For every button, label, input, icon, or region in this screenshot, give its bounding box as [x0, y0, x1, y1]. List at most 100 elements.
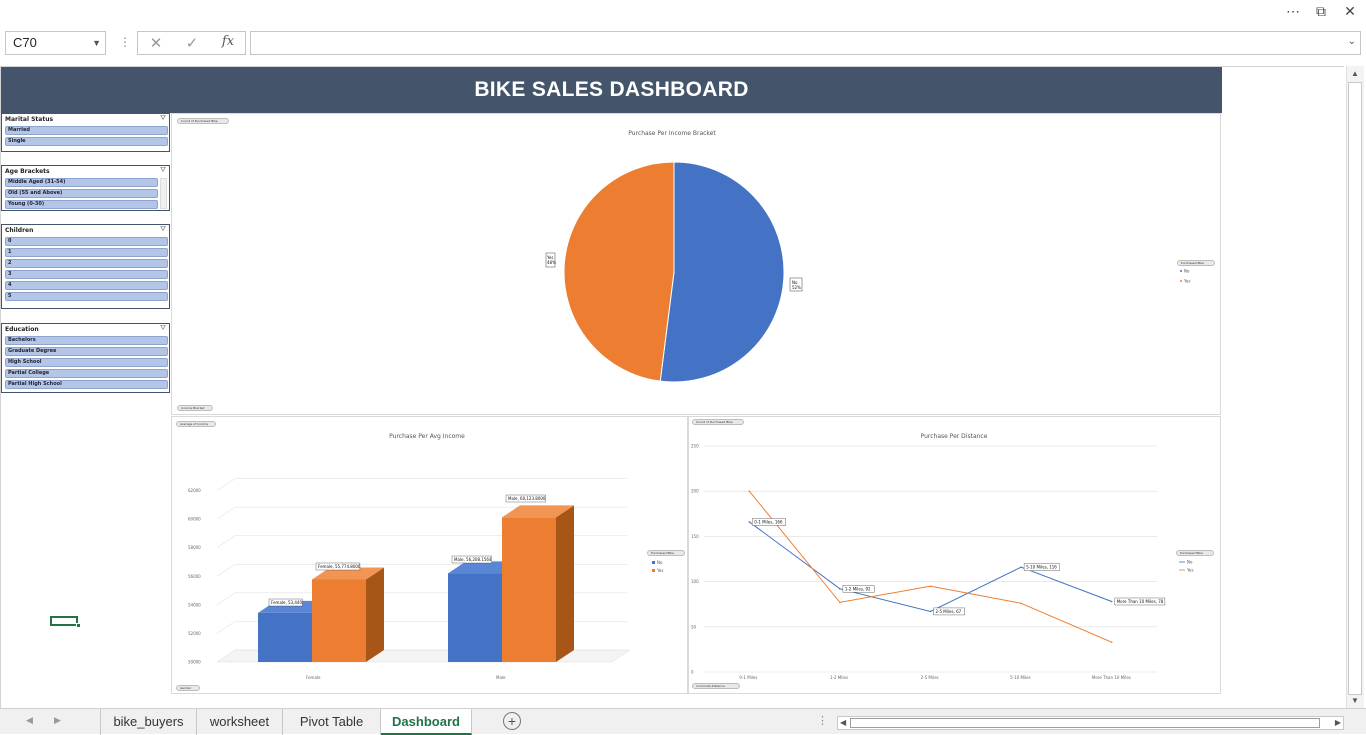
legend-marker-no: [1180, 270, 1182, 272]
field-button-income-bracket[interactable]: Income Bracket: [177, 405, 213, 411]
pie-slice-no[interactable]: [659, 161, 785, 383]
tab-worksheet[interactable]: worksheet: [197, 709, 283, 735]
y-tick-label: 250: [691, 444, 699, 449]
close-icon[interactable]: ✕: [1338, 2, 1362, 20]
slicer-item[interactable]: Bachelors: [5, 336, 168, 345]
y-tick-label: 100: [691, 579, 699, 584]
formula-actions: ✕ ✓ fx: [137, 31, 246, 55]
pie-slice-yes[interactable]: [563, 161, 675, 382]
legend-marker-yes: [652, 569, 655, 572]
cancel-icon[interactable]: ✕: [141, 34, 171, 52]
x-tick-label: Female: [306, 675, 321, 680]
slicer-item[interactable]: 2: [5, 259, 168, 268]
slicer-title: Marital Status: [5, 116, 54, 123]
x-tick-label: Male: [496, 675, 506, 680]
vertical-scrollbar[interactable]: ▲ ▼: [1346, 66, 1364, 708]
bar-yes-female: [312, 579, 366, 662]
slicer-item[interactable]: Middle Aged (31-54): [5, 178, 158, 187]
clear-filter-icon[interactable]: ⛛: [160, 325, 166, 333]
legend-marker-no: [652, 561, 655, 564]
legend-label-no: No: [1184, 269, 1190, 274]
ribbon-display-icon[interactable]: ⧉: [1309, 2, 1333, 20]
bar-data-label: Male, 56,208.1564: [454, 557, 492, 562]
tab-scroll-right-icon[interactable]: ▶: [54, 715, 61, 726]
slicer-marital-status[interactable]: Marital Status ⛛ Married Single: [1, 113, 170, 152]
slicer-title: Children: [5, 227, 34, 234]
legend-field-button[interactable]: Purchased Bike: [647, 550, 685, 556]
sheet-tabs-bar: ◀ ▶ bike_buyers worksheet Pivot Table Da…: [0, 708, 1366, 735]
slicer-item[interactable]: 0: [5, 237, 168, 246]
enter-icon[interactable]: ✓: [177, 34, 207, 52]
slicer-title: Age Brackets: [5, 168, 50, 175]
scroll-down-icon[interactable]: ▼: [1351, 696, 1359, 705]
slicer-age-brackets[interactable]: Age Brackets ⛛ Middle Aged (31-54) Old (…: [1, 165, 170, 211]
slicer-item[interactable]: Graduate Degree: [5, 347, 168, 356]
line-point-no: [839, 588, 841, 590]
fill-handle[interactable]: [76, 623, 81, 628]
y-tick-label: 150: [691, 534, 699, 539]
formula-input[interactable]: ⌄: [250, 31, 1361, 55]
line-data-label: More Than 10 Miles, 78: [1117, 599, 1164, 604]
slicer-item[interactable]: 4: [5, 281, 168, 290]
more-options-icon[interactable]: ⋯: [1281, 2, 1305, 20]
slicer-item[interactable]: Young (0-30): [5, 200, 158, 209]
y-tick-label: 200: [691, 489, 699, 494]
clear-filter-icon[interactable]: ⛛: [160, 226, 166, 234]
scroll-up-icon[interactable]: ▲: [1351, 69, 1359, 78]
line-point-yes: [1110, 641, 1113, 643]
pie-chart: Yes 48% No 52% No Yes: [545, 161, 1190, 383]
slicer-education[interactable]: Education ⛛ Bachelors Graduate Degree Hi…: [1, 323, 170, 393]
tab-scroll-left-icon[interactable]: ◀: [26, 715, 33, 726]
line-point-no: [1110, 600, 1113, 603]
tab-splitter-icon[interactable]: ⋮: [817, 714, 828, 727]
slicer-item[interactable]: 5: [5, 292, 168, 301]
x-tick-label: 1-2 Miles: [830, 675, 848, 680]
slicer-item[interactable]: Married: [5, 126, 168, 135]
pie-chart-panel[interactable]: Count of Purchased Bike Purchase Per Inc…: [171, 113, 1221, 415]
line-point-no: [748, 521, 751, 523]
horizontal-scroll-thumb[interactable]: [850, 718, 1320, 728]
slicer-item[interactable]: 1: [5, 248, 168, 257]
slicer-item[interactable]: High School: [5, 358, 168, 367]
slicer-scrollbar[interactable]: [160, 178, 167, 209]
add-sheet-icon[interactable]: +: [503, 712, 521, 730]
clear-filter-icon[interactable]: ⛛: [160, 115, 166, 123]
y-tick-label: 58000: [188, 545, 201, 550]
horizontal-scrollbar[interactable]: ◀ ▶: [837, 716, 1344, 730]
slicer-title: Education: [5, 326, 39, 333]
clear-filter-icon[interactable]: ⛛: [160, 167, 166, 175]
chevron-down-icon[interactable]: ▼: [92, 32, 101, 54]
slicer-children[interactable]: Children ⛛ 0 1 2 3 4 5: [1, 224, 170, 309]
line-point-yes: [748, 490, 751, 492]
line-point-yes: [929, 585, 932, 587]
tab-bike-buyers[interactable]: bike_buyers: [100, 709, 197, 735]
tab-dashboard[interactable]: Dashboard: [381, 709, 472, 735]
x-tick-label: More Than 10 Miles: [1092, 675, 1131, 680]
scroll-right-icon[interactable]: ▶: [1335, 718, 1341, 727]
legend-field-button[interactable]: Purchased Bike: [1176, 550, 1214, 556]
bar-chart-panel[interactable]: Average of Income Purchase Per Avg Incom…: [171, 416, 688, 694]
slicer-item[interactable]: Partial College: [5, 369, 168, 378]
line-chart: 0 50 100 150 200 250 0-1 Miles 1-2 Miles 2-5 Mil…: [691, 444, 1193, 681]
slicer-item[interactable]: Single: [5, 137, 168, 146]
legend-label-yes: Yes: [656, 568, 663, 573]
x-tick-label: 5-10 Miles: [1010, 675, 1031, 680]
line-chart-panel[interactable]: Count of Purchased Bike Purchase Per Dis…: [688, 416, 1221, 694]
field-button-commute-distance[interactable]: Commute Distance: [692, 683, 740, 689]
window-top-bar: ⋯ ⧉ ✕: [0, 0, 1366, 24]
scroll-left-icon[interactable]: ◀: [840, 718, 846, 727]
name-box[interactable]: C70 ▼: [5, 31, 106, 55]
slicer-item[interactable]: 3: [5, 270, 168, 279]
field-button-gender[interactable]: Gender: [176, 685, 200, 691]
tab-pivot-table[interactable]: Pivot Table: [283, 709, 381, 735]
slicer-item[interactable]: Old (55 and Above): [5, 189, 158, 198]
active-cell[interactable]: [50, 616, 78, 626]
expand-formula-icon[interactable]: ⌄: [1348, 36, 1356, 47]
legend-label-no: No: [1187, 560, 1193, 565]
insert-function-icon[interactable]: fx: [213, 34, 243, 49]
vertical-scroll-thumb[interactable]: [1348, 82, 1362, 695]
y-tick-label: 54000: [188, 602, 201, 607]
slicer-item[interactable]: Partial High School: [5, 380, 168, 389]
line-data-label: 0-1 Miles, 166: [754, 519, 783, 524]
legend-field-button[interactable]: Purchased Bike: [1177, 260, 1215, 266]
